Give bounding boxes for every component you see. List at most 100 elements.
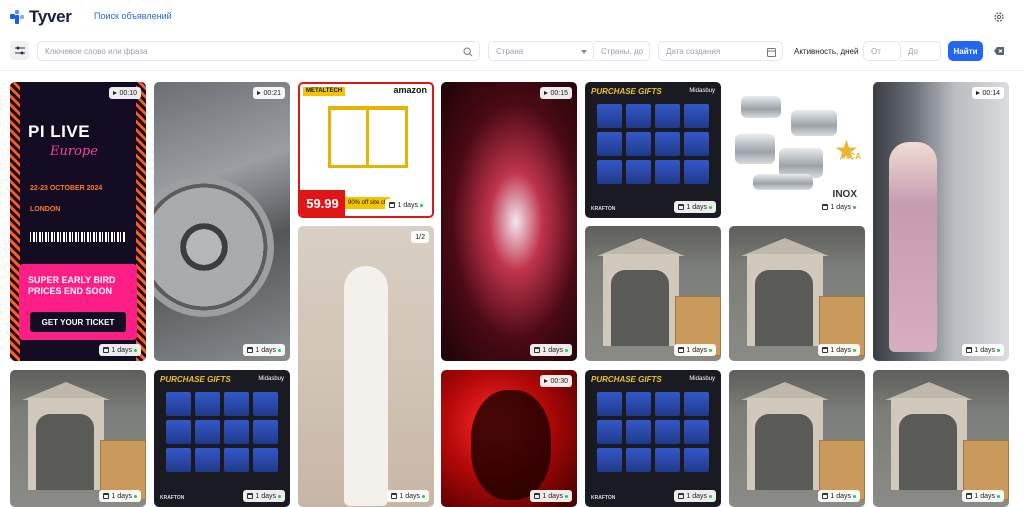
clear-filters-icon[interactable]	[993, 45, 1005, 57]
ad-card[interactable]: 1 days	[585, 226, 721, 361]
calendar-icon	[822, 347, 829, 353]
active-days-badge: 1 days	[243, 490, 285, 502]
video-duration-badge: 00:15	[540, 87, 572, 99]
ad-card[interactable]: 00:21 1 days	[154, 82, 290, 361]
active-status-dot	[565, 348, 568, 352]
duration-text: 00:14	[982, 89, 1000, 97]
duration-text: 00:15	[550, 89, 568, 97]
play-icon	[976, 91, 981, 95]
active-days-badge: 1 days	[818, 344, 860, 356]
ad-card[interactable]: 1 days	[729, 370, 865, 507]
video-duration-badge: 00:10	[109, 87, 141, 99]
ad-title: PURCHASE GIFTS	[160, 375, 231, 384]
days-text: 1 days	[830, 203, 851, 211]
ad-card[interactable]: PURCHASE GIFTS Midasbuy KRAFTON 1 days	[154, 370, 290, 507]
calendar-icon	[247, 493, 254, 499]
top-bar: Tyver Поиск объявлений	[0, 0, 1024, 34]
ad-brand: Midasbuy	[689, 376, 715, 382]
video-duration-badge: 00:14	[972, 87, 1004, 99]
duration-text: 00:30	[550, 377, 568, 385]
days-text: 1 days	[255, 346, 276, 354]
video-duration-badge: 00:30	[540, 375, 572, 387]
active-status-dot	[278, 348, 281, 352]
nav-link-ad-search[interactable]: Поиск объявлений	[94, 11, 172, 21]
active-days-badge: 1 days	[530, 490, 572, 502]
creation-date-input[interactable]	[666, 46, 782, 56]
ad-badge-text: NCA	[843, 152, 861, 161]
activity-to-field[interactable]	[901, 41, 941, 61]
search-icon[interactable]	[463, 47, 473, 57]
calendar-icon	[822, 204, 829, 210]
activity-days-label: Активность, дней	[794, 47, 859, 56]
ad-promo-text: SUPER EARLY BIRD PRICES END SOON	[28, 275, 116, 296]
ad-card[interactable]: 1 days	[873, 370, 1009, 507]
logo-icon	[10, 10, 24, 24]
model-figure	[344, 266, 388, 506]
ad-card[interactable]: PI LIVE Europe 22-23 OCTOBER 2024 LONDON…	[10, 82, 146, 361]
active-status-dot	[709, 205, 712, 209]
activity-from-input[interactable]	[871, 46, 900, 56]
ad-card[interactable]: 00:30 1 days	[441, 370, 577, 507]
ad-card[interactable]: PURCHASE GIFTS Midasbuy KRAFTON 1 days	[585, 370, 721, 507]
model-figure	[889, 142, 937, 352]
country-select[interactable]	[488, 41, 594, 61]
calendar-icon	[534, 493, 541, 499]
active-days-badge: 1 days	[99, 490, 141, 502]
active-status-dot	[134, 348, 137, 352]
star-icon: ★	[833, 135, 859, 166]
app-logo[interactable]: Tyver	[10, 7, 72, 27]
shed-door	[755, 270, 813, 346]
ad-card[interactable]: 00:15 1 days	[441, 82, 577, 361]
ad-card[interactable]: METALTECH amazon 59.99 90% off site ch 1…	[298, 82, 434, 218]
keyword-search-input[interactable]	[45, 46, 479, 56]
calendar-icon	[822, 493, 829, 499]
filter-toggle-button[interactable]	[10, 41, 29, 60]
ad-date: 22-23 OCTOBER 2024	[30, 185, 103, 192]
play-icon	[113, 91, 118, 95]
ad-card[interactable]: 1/2 1 days	[298, 226, 434, 507]
activity-to-input[interactable]	[908, 46, 940, 56]
ad-title: PURCHASE GIFTS	[591, 87, 662, 96]
settings-gear-icon[interactable]	[993, 11, 1005, 23]
creation-date-field[interactable]	[658, 41, 783, 61]
active-status-dot	[422, 494, 425, 498]
calendar-icon	[678, 204, 685, 210]
days-text: 1 days	[399, 492, 420, 500]
ad-card[interactable]: 1 days	[729, 226, 865, 361]
ad-card[interactable]: ★ NCA INOX 1 days	[729, 82, 865, 218]
duration-text: 00:10	[119, 89, 137, 97]
ad-card[interactable]: PURCHASE GIFTS Midasbuy KRAFTON 1 days	[585, 82, 721, 218]
pot-graphic	[735, 134, 775, 164]
activity-from-field[interactable]	[863, 41, 901, 61]
chevron-down-icon	[581, 50, 587, 54]
play-icon	[257, 91, 262, 95]
pot-graphic	[791, 110, 837, 136]
keyword-search-field[interactable]	[37, 41, 480, 61]
ad-title: PI LIVE	[28, 122, 91, 141]
shed-door	[755, 414, 813, 490]
ad-card[interactable]: 00:14 1 days	[873, 82, 1009, 361]
carousel-counter-badge: 1/2	[411, 231, 429, 243]
country-to-field[interactable]	[594, 41, 650, 61]
days-text: 1 days	[686, 492, 707, 500]
active-status-dot	[420, 203, 423, 207]
calendar-icon[interactable]	[767, 47, 776, 57]
days-text: 1 days	[542, 346, 563, 354]
calendar-icon	[247, 347, 254, 353]
active-days-badge: 1 days	[674, 201, 716, 213]
divider	[0, 70, 1024, 71]
active-days-badge: 1 days	[387, 490, 429, 502]
days-text: 1 days	[974, 492, 995, 500]
counter-text: 1/2	[415, 233, 425, 241]
active-days-badge: 1 days	[99, 344, 141, 356]
country-to-input[interactable]	[601, 46, 649, 56]
country-input[interactable]	[496, 46, 593, 56]
ad-footer: KRAFTON	[591, 206, 616, 212]
machine-wheel	[154, 177, 274, 317]
find-button[interactable]: Найти	[948, 41, 983, 61]
ad-card[interactable]: 1 days	[10, 370, 146, 507]
active-status-dot	[853, 494, 856, 498]
ad-subtitle: Europe	[50, 144, 98, 159]
gift-grid	[597, 104, 709, 184]
active-status-dot	[997, 348, 1000, 352]
